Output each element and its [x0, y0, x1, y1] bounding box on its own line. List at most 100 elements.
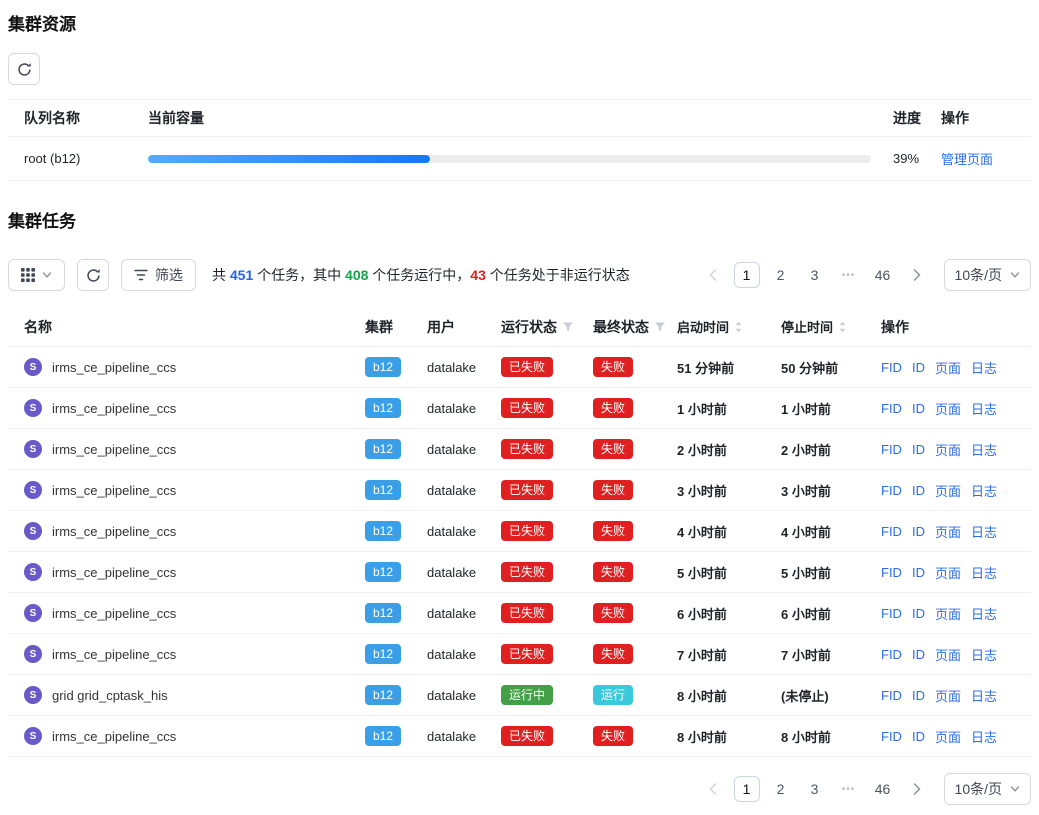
cluster-tag: b12	[365, 521, 401, 541]
capacity-progress-bar	[148, 155, 871, 163]
action-link-log[interactable]: 日志	[971, 440, 997, 459]
run-status-badge: 已失败	[501, 562, 553, 582]
page-size-select[interactable]: 10条/页	[944, 259, 1031, 291]
action-link-id[interactable]: ID	[912, 401, 925, 416]
pagination-page-1[interactable]: 1	[734, 776, 760, 802]
action-link-fid[interactable]: FID	[881, 647, 902, 662]
action-link-page[interactable]: 页面	[935, 481, 961, 500]
stop-time: 1 小时前	[781, 399, 881, 418]
pagination-page-3[interactable]: 3	[802, 776, 828, 802]
col-header-final-status: 最终状态	[593, 317, 677, 337]
action-link-log[interactable]: 日志	[971, 399, 997, 418]
page-size-select[interactable]: 10条/页	[944, 773, 1031, 805]
action-link-page[interactable]: 页面	[935, 686, 961, 705]
cluster-tasks-title: 集群任务	[8, 211, 1031, 233]
cluster-resources-title: 集群资源	[8, 14, 1031, 36]
pagination-bottom: 123 ••• 46 10条/页	[700, 773, 1031, 805]
action-link-fid[interactable]: FID	[881, 729, 902, 744]
task-user: datalake	[427, 442, 501, 457]
task-name: irms_ce_pipeline_ccs	[52, 360, 176, 375]
action-link-log[interactable]: 日志	[971, 522, 997, 541]
action-link-page[interactable]: 页面	[935, 522, 961, 541]
action-link-id[interactable]: ID	[912, 606, 925, 621]
action-link-log[interactable]: 日志	[971, 358, 997, 377]
action-link-id[interactable]: ID	[912, 524, 925, 539]
final-status-badge: 失败	[593, 562, 633, 582]
pagination-ellipsis[interactable]: •••	[836, 776, 862, 802]
resources-refresh-button[interactable]	[8, 53, 40, 85]
spark-avatar: S	[24, 358, 42, 376]
action-link-log[interactable]: 日志	[971, 645, 997, 664]
pagination-prev-button[interactable]	[700, 262, 726, 288]
action-link-fid[interactable]: FID	[881, 688, 902, 703]
action-link-log[interactable]: 日志	[971, 563, 997, 582]
task-actions: FID ID 页面日志	[881, 645, 1031, 664]
filter-button[interactable]: 筛选	[121, 259, 196, 291]
action-link-page[interactable]: 页面	[935, 399, 961, 418]
col-header-name: 名称	[8, 317, 365, 337]
action-link-id[interactable]: ID	[912, 729, 925, 744]
pagination-ellipsis[interactable]: •••	[836, 262, 862, 288]
action-link-fid[interactable]: FID	[881, 401, 902, 416]
action-link-id[interactable]: ID	[912, 688, 925, 703]
action-link-page[interactable]: 页面	[935, 604, 961, 623]
action-link-log[interactable]: 日志	[971, 727, 997, 746]
pagination-prev-button[interactable]	[700, 776, 726, 802]
column-layout-button[interactable]	[8, 259, 65, 291]
filter-funnel-icon[interactable]	[654, 321, 666, 333]
action-link-log[interactable]: 日志	[971, 604, 997, 623]
action-link-page[interactable]: 页面	[935, 563, 961, 582]
run-status-badge: 已失败	[501, 439, 553, 459]
action-link-id[interactable]: ID	[912, 360, 925, 375]
final-status-badge: 失败	[593, 521, 633, 541]
manage-page-link[interactable]: 管理页面	[941, 152, 993, 167]
run-status-badge: 已失败	[501, 480, 553, 500]
spark-avatar: S	[24, 481, 42, 499]
pagination-page-2[interactable]: 2	[768, 262, 794, 288]
pagination-page-2[interactable]: 2	[768, 776, 794, 802]
filter-funnel-icon[interactable]	[562, 321, 574, 333]
pagination-page-1[interactable]: 1	[734, 262, 760, 288]
pagination-page-3[interactable]: 3	[802, 262, 828, 288]
task-name: irms_ce_pipeline_ccs	[52, 524, 176, 539]
task-row: S irms_ce_pipeline_ccs b12 datalake 已失败 …	[8, 634, 1031, 675]
action-link-log[interactable]: 日志	[971, 686, 997, 705]
action-link-fid[interactable]: FID	[881, 360, 902, 375]
action-link-fid[interactable]: FID	[881, 606, 902, 621]
col-header-actions: 操作	[881, 317, 1031, 337]
task-name: irms_ce_pipeline_ccs	[52, 442, 176, 457]
action-link-page[interactable]: 页面	[935, 358, 961, 377]
cluster-tag: b12	[365, 357, 401, 377]
pagination-next-button[interactable]	[904, 776, 930, 802]
action-link-fid[interactable]: FID	[881, 524, 902, 539]
action-link-page[interactable]: 页面	[935, 440, 961, 459]
tasks-refresh-button[interactable]	[77, 259, 109, 291]
cluster-tag: b12	[365, 480, 401, 500]
final-status-badge: 失败	[593, 357, 633, 377]
pagination-page-46[interactable]: 46	[870, 776, 896, 802]
action-link-id[interactable]: ID	[912, 442, 925, 457]
pagination-next-button[interactable]	[904, 262, 930, 288]
cluster-tag: b12	[365, 603, 401, 623]
running-task-count: 408	[345, 267, 368, 283]
action-link-id[interactable]: ID	[912, 647, 925, 662]
pagination-page-46[interactable]: 46	[870, 262, 896, 288]
refresh-icon	[86, 268, 101, 283]
start-time: 8 小时前	[677, 727, 781, 746]
spark-avatar: S	[24, 604, 42, 622]
task-name: irms_ce_pipeline_ccs	[52, 565, 176, 580]
action-link-id[interactable]: ID	[912, 483, 925, 498]
sorter-icon[interactable]	[734, 320, 743, 334]
action-link-log[interactable]: 日志	[971, 481, 997, 500]
sorter-icon[interactable]	[838, 320, 847, 334]
task-user: datalake	[427, 360, 501, 375]
total-task-count: 451	[230, 267, 253, 283]
action-link-fid[interactable]: FID	[881, 565, 902, 580]
action-link-fid[interactable]: FID	[881, 442, 902, 457]
action-link-page[interactable]: 页面	[935, 645, 961, 664]
start-time: 5 小时前	[677, 563, 781, 582]
action-link-page[interactable]: 页面	[935, 727, 961, 746]
action-link-fid[interactable]: FID	[881, 483, 902, 498]
spark-avatar: S	[24, 440, 42, 458]
action-link-id[interactable]: ID	[912, 565, 925, 580]
